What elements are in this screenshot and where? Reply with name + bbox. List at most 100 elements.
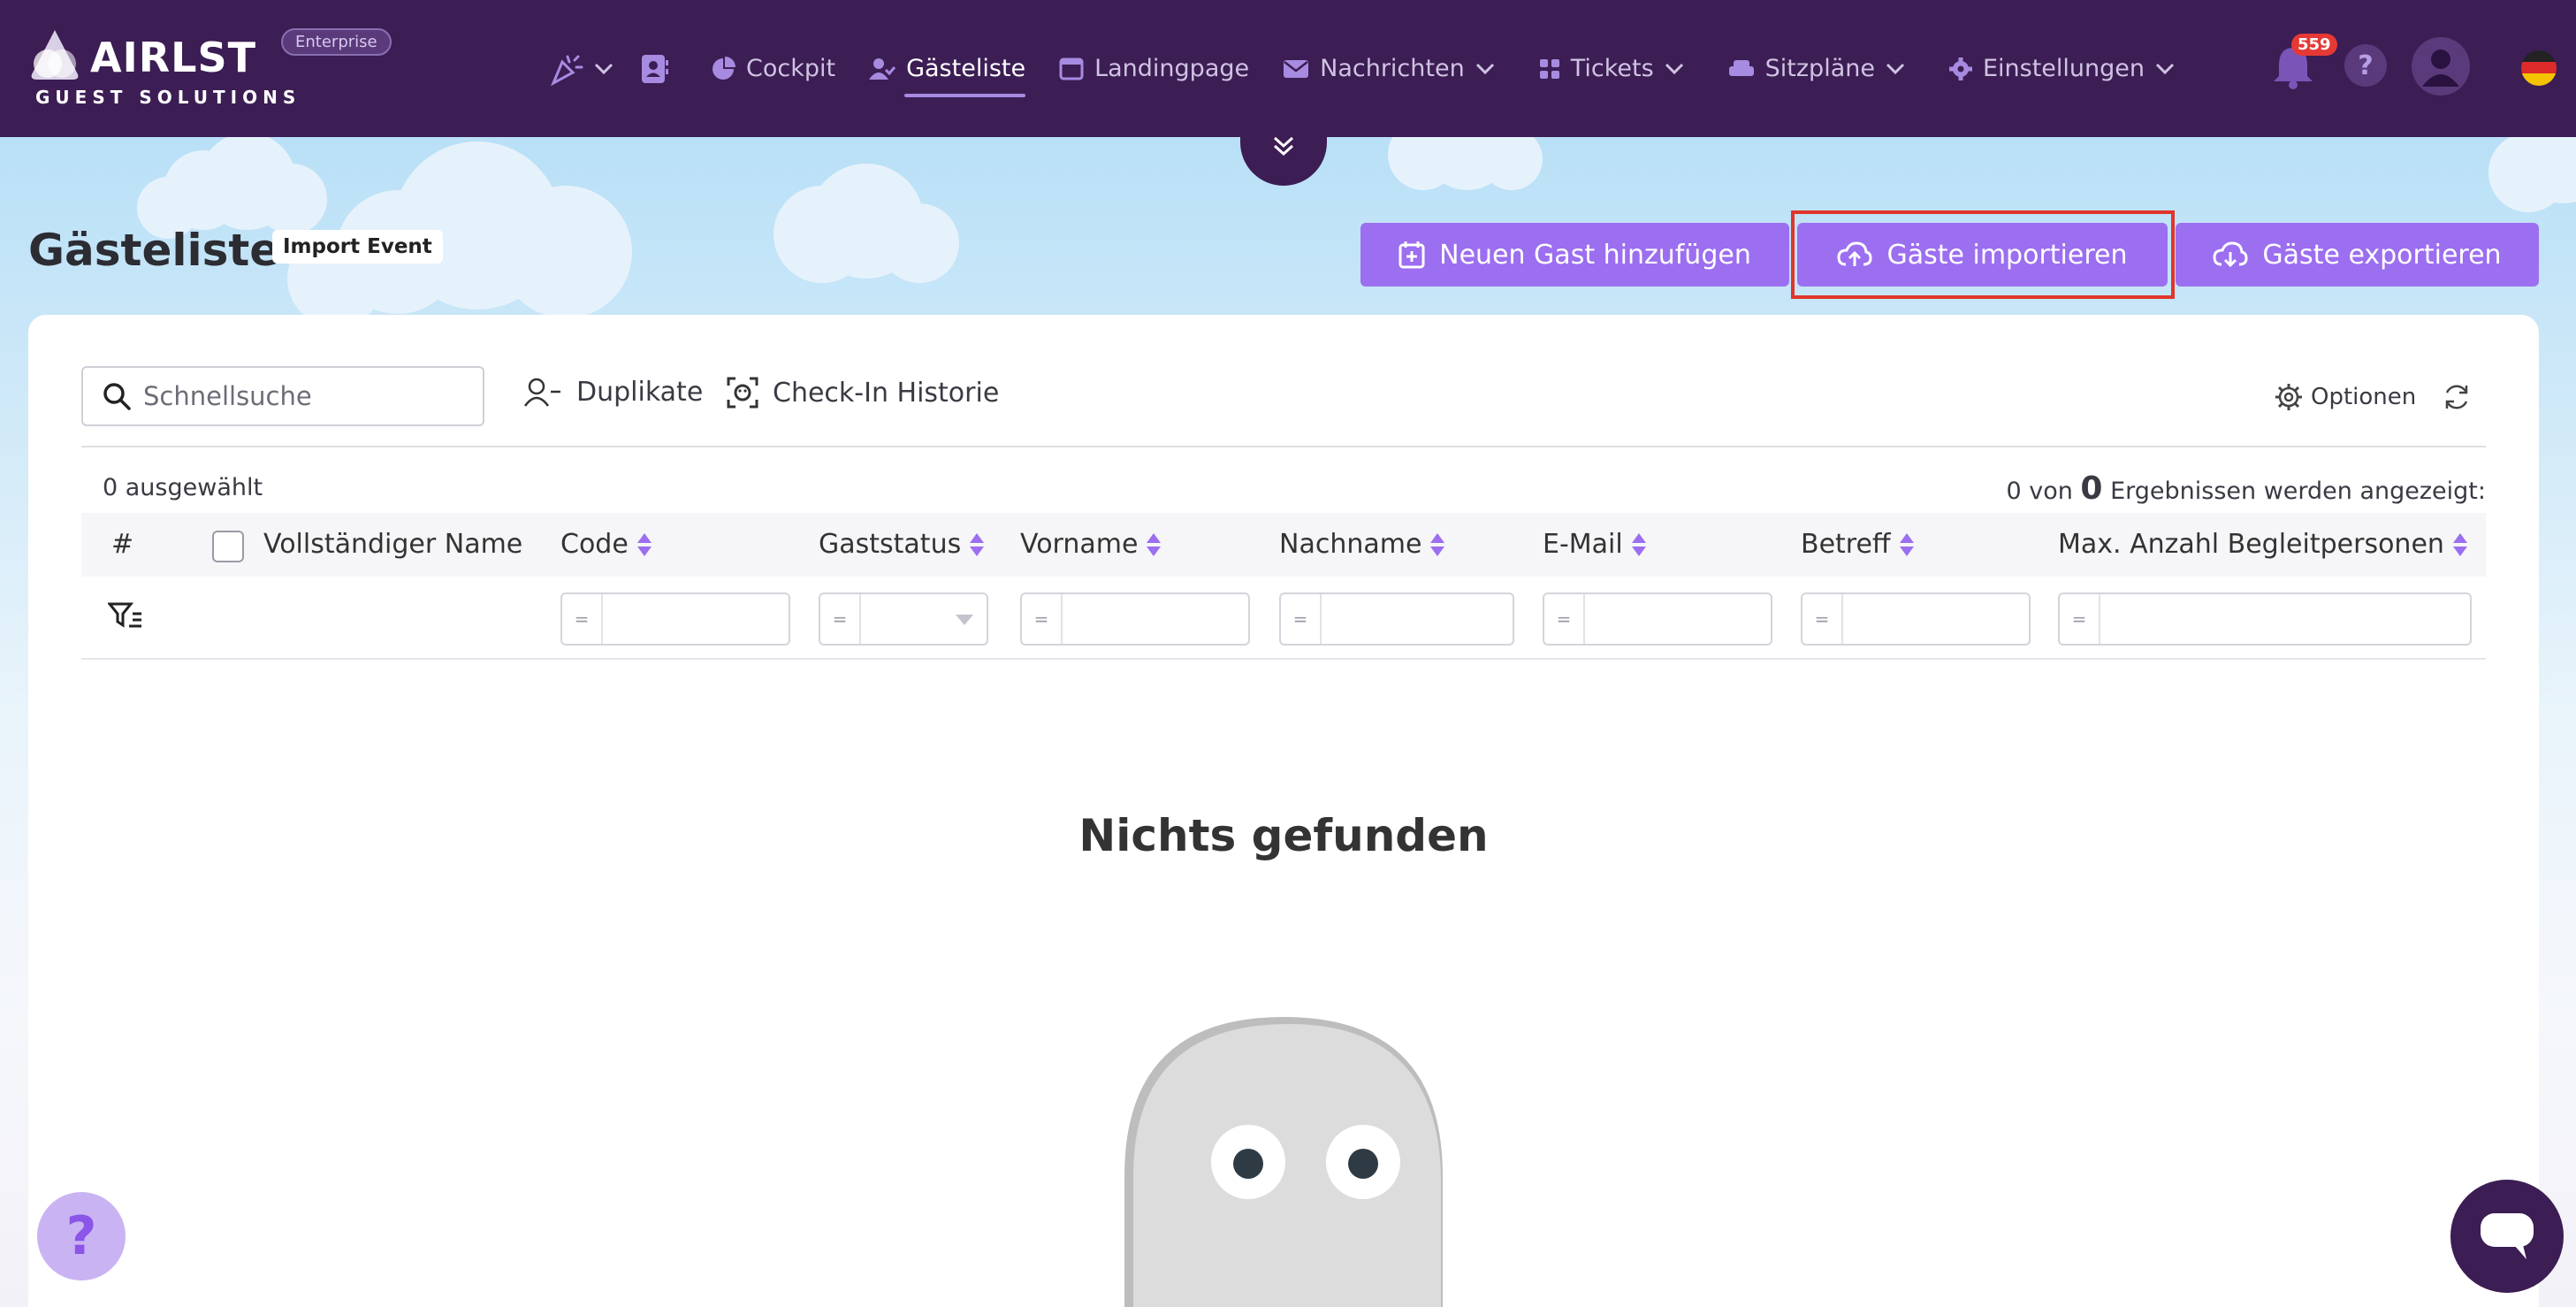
- help-fab-button[interactable]: ?: [37, 1192, 126, 1280]
- nav-landingpage[interactable]: Landingpage: [1059, 0, 1249, 137]
- brand-subtitle: GUEST SOLUTIONS: [35, 87, 301, 108]
- user-check-icon: [869, 57, 896, 80]
- address-book-icon: [642, 54, 668, 83]
- chat-bubble-icon: [2481, 1213, 2534, 1259]
- dropdown-arrow-icon: [956, 615, 973, 625]
- filter-row: = = = = = = =: [81, 577, 2486, 660]
- contacts-button[interactable]: [638, 53, 670, 85]
- results-suffix: Ergebnissen werden angezeigt:: [2110, 478, 2486, 505]
- filter-operator[interactable]: =: [1802, 594, 1843, 644]
- duplicates-button[interactable]: Duplikate: [523, 377, 703, 408]
- guestlist-card: Duplikate Check-In Historie Optionen 0 a…: [28, 315, 2539, 1307]
- cloud-download-icon: [2213, 241, 2248, 268]
- add-guest-label: Neuen Gast hinzufügen: [1439, 239, 1751, 271]
- brand-name: AIRLST: [90, 34, 256, 81]
- avatar[interactable]: [2412, 37, 2470, 96]
- filter-operator[interactable]: =: [820, 594, 861, 644]
- column-status-label: Gaststatus: [819, 529, 962, 560]
- envelope-icon: [1284, 59, 1309, 78]
- party-popper-icon: [550, 55, 583, 86]
- column-max-companions-label: Max. Anzahl Begleitpersonen: [2058, 529, 2444, 560]
- nav-tickets[interactable]: Tickets: [1539, 0, 1695, 137]
- toolbar-divider: [81, 446, 2486, 447]
- add-guest-button[interactable]: Neuen Gast hinzufügen: [1360, 223, 1789, 287]
- filter-subject[interactable]: =: [1801, 592, 2031, 646]
- chevron-down-icon: [1665, 63, 1683, 74]
- filter-operator[interactable]: =: [562, 594, 603, 644]
- checkin-history-button[interactable]: Check-In Historie: [727, 377, 999, 409]
- sort-icon: [970, 532, 985, 556]
- language-flag-de[interactable]: [2521, 50, 2557, 86]
- nav-guestlist[interactable]: Gästeliste: [869, 0, 1026, 137]
- empty-state-title: Nichts gefunden: [1078, 810, 1489, 861]
- brand-logo[interactable]: AIRLST GUEST SOLUTIONS: [27, 25, 295, 113]
- select-all-checkbox[interactable]: [212, 531, 244, 562]
- column-max-companions[interactable]: Max. Anzahl Begleitpersonen: [2058, 529, 2469, 560]
- user-minus-icon: [523, 378, 560, 407]
- export-guests-button[interactable]: Gäste exportieren: [2176, 223, 2539, 287]
- column-code-label: Code: [560, 529, 629, 560]
- main-nav: Cockpit Gästeliste Landingpage Nachricht…: [548, 0, 2219, 137]
- nav-seating[interactable]: Sitzpläne: [1728, 0, 1916, 137]
- nav-guestlist-label: Gästeliste: [906, 55, 1026, 82]
- filter-list-icon[interactable]: [108, 601, 143, 630]
- chevron-down-icon: [594, 63, 614, 74]
- sort-icon: [1147, 532, 1162, 556]
- table-header: # Vollständiger Name Code Gaststatus Vor…: [81, 513, 2486, 577]
- plan-badge: Enterprise: [281, 28, 392, 56]
- column-full-name[interactable]: Vollständiger Name: [263, 529, 522, 560]
- browser-window-icon: [1059, 57, 1084, 80]
- filter-max-companions[interactable]: =: [2058, 592, 2472, 646]
- nav-cockpit-label: Cockpit: [746, 55, 836, 82]
- page-title: Gästeliste: [28, 225, 280, 276]
- column-subject[interactable]: Betreff: [1801, 529, 1916, 560]
- results-total: 0: [2080, 470, 2103, 507]
- results-prefix: 0 von: [2006, 478, 2073, 505]
- column-first-name-label: Vorname: [1020, 529, 1139, 560]
- filter-status[interactable]: =: [819, 592, 988, 646]
- filter-code[interactable]: =: [560, 592, 790, 646]
- column-last-name[interactable]: Nachname: [1279, 529, 1446, 560]
- sort-icon: [2452, 532, 2467, 556]
- search-input[interactable]: [143, 381, 479, 411]
- checkin-history-label: Check-In Historie: [773, 377, 1000, 409]
- event-badge: Import Event: [272, 230, 443, 264]
- help-button[interactable]: ?: [2344, 44, 2387, 87]
- nav-settings-label: Einstellungen: [1982, 55, 2145, 82]
- sort-icon: [1430, 532, 1445, 556]
- chevron-down-icon: [1886, 63, 1905, 74]
- german-flag-icon: [2521, 50, 2557, 86]
- column-index: #: [111, 529, 133, 560]
- event-switcher[interactable]: [548, 51, 614, 87]
- chevron-down-icon: [2155, 63, 2175, 74]
- filter-operator[interactable]: =: [1281, 594, 1322, 644]
- column-status[interactable]: Gaststatus: [819, 529, 986, 560]
- selected-count: 0 ausgewählt: [103, 474, 263, 501]
- nav-settings[interactable]: Einstellungen: [1948, 0, 2185, 137]
- double-chevron-down-icon: [1273, 136, 1294, 157]
- column-index-label: #: [111, 529, 134, 560]
- column-code[interactable]: Code: [560, 529, 653, 560]
- nav-seating-label: Sitzpläne: [1764, 55, 1875, 82]
- filter-email[interactable]: =: [1543, 592, 1772, 646]
- filter-last-name[interactable]: =: [1279, 592, 1514, 646]
- quick-search[interactable]: [81, 366, 484, 426]
- chat-button[interactable]: [2450, 1180, 2564, 1293]
- armchair-icon: [1728, 59, 1754, 76]
- filter-first-name[interactable]: =: [1020, 592, 1250, 646]
- results-count: 0 von 0 Ergebnissen werden angezeigt:: [2006, 470, 2486, 507]
- nav-cockpit[interactable]: Cockpit: [711, 0, 835, 137]
- filter-operator[interactable]: =: [1544, 594, 1585, 644]
- column-first-name[interactable]: Vorname: [1020, 529, 1162, 560]
- column-email[interactable]: E-Mail: [1543, 529, 1648, 560]
- filter-operator[interactable]: =: [2060, 594, 2100, 644]
- sort-icon: [1899, 532, 1914, 556]
- nav-tickets-label: Tickets: [1570, 55, 1654, 82]
- options-label: Optionen: [2311, 384, 2417, 410]
- nav-messages-label: Nachrichten: [1320, 55, 1465, 82]
- options-button[interactable]: Optionen: [2274, 382, 2416, 412]
- filter-operator[interactable]: =: [1022, 594, 1063, 644]
- grid-icon: [1539, 58, 1559, 79]
- gear-icon: [1948, 57, 1972, 80]
- refresh-icon[interactable]: [2442, 382, 2472, 412]
